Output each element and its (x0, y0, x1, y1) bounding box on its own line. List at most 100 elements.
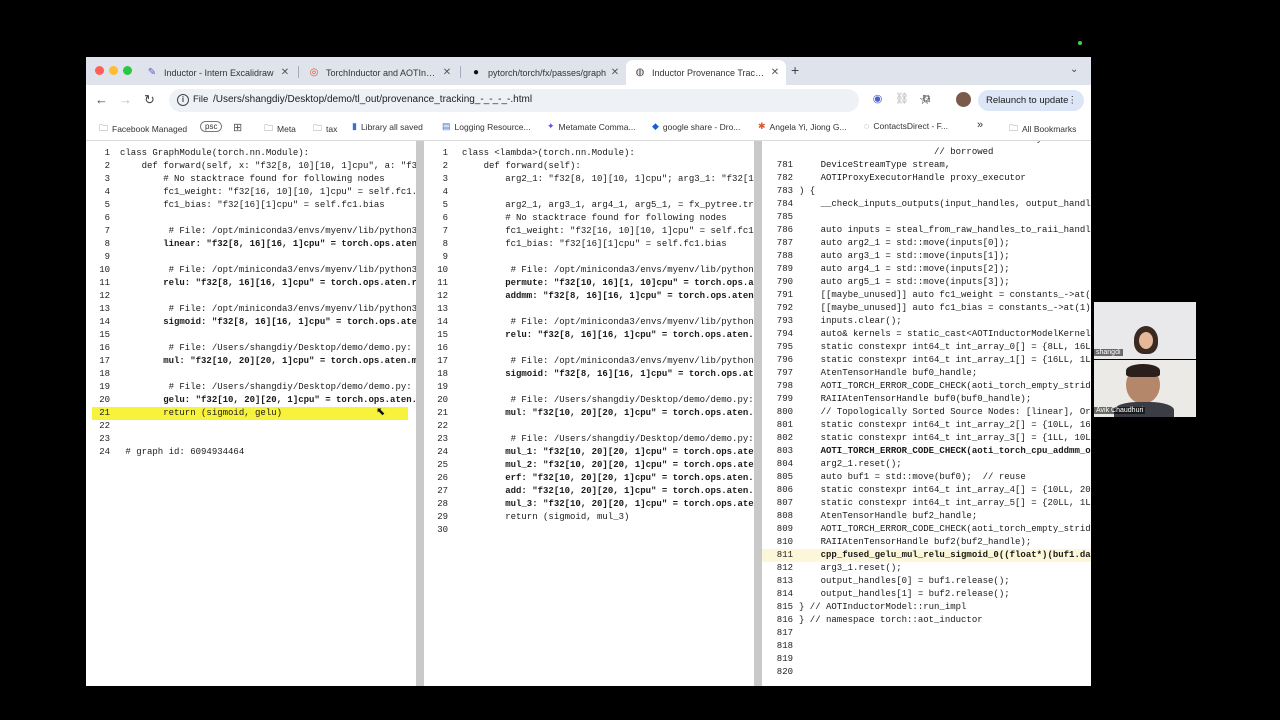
url-text[interactable]: /Users/shangdiy/Desktop/demo/tl_out/prov… (213, 94, 532, 105)
pane-divider[interactable] (416, 141, 424, 686)
code-line[interactable]: 9 (424, 251, 462, 264)
code-line[interactable]: 18 sigmoid: "f32[8, 16][16, 1]cpu" = tor… (424, 368, 754, 381)
address-bar[interactable]: i File /Users/shangdiy/Desktop/demo/tl_o… (169, 89, 931, 112)
code-line[interactable]: 820 (762, 666, 799, 679)
code-line[interactable]: 8 linear: "f32[8, 16][16, 1]cpu" = torch… (86, 238, 416, 251)
code-line[interactable]: 809 AOTI_TORCH_ERROR_CODE_CHECK(aoti_tor… (762, 523, 1091, 536)
bookmark-angela[interactable]: ✱ Angela Yi, Jiong G... (758, 121, 847, 132)
code-line[interactable]: 798 AOTI_TORCH_ERROR_CODE_CHECK(aoti_tor… (762, 380, 1091, 393)
code-line[interactable]: 14 # File: /opt/miniconda3/envs/myenv/li… (424, 316, 754, 329)
code-line[interactable]: 803 AOTI_TORCH_ERROR_CODE_CHECK(aoti_tor… (762, 445, 1091, 458)
relaunch-button[interactable]: Relaunch to update ⋮ (978, 90, 1084, 111)
bookmark-tax[interactable]: 🗀 tax (313, 121, 337, 137)
code-line[interactable]: 12 addmm: "f32[8, 16][16, 1]cpu" = torch… (424, 290, 754, 303)
code-line[interactable]: 23 # File: /Users/shangdiy/Desktop/demo/… (424, 433, 753, 446)
code-line[interactable]: 815} // AOTInductorModel::run_impl (762, 601, 967, 614)
code-line[interactable]: 3 arg2_1: "f32[8, 10][10, 1]cpu"; arg3_1… (424, 173, 754, 186)
back-arrow-icon[interactable]: ← (95, 92, 108, 108)
code-line[interactable]: 17 mul: "f32[10, 20][20, 1]cpu" = torch.… (86, 355, 416, 368)
tab-excalidraw[interactable]: ✎ Inductor - Intern Excalidraw ✕ (138, 60, 296, 85)
bookmark-logging[interactable]: ▤ Logging Resource... (442, 121, 531, 132)
forward-arrow-icon[interactable]: → (119, 92, 132, 108)
close-tab-icon[interactable]: ✕ (440, 67, 454, 78)
tab-github[interactable]: ● pytorch/torch/fx/passes/graph ✕ (462, 60, 626, 85)
code-line[interactable]: 1 class <lambda>(torch.nn.Module): (424, 147, 635, 160)
code-line[interactable]: // borrowed (762, 146, 993, 159)
code-line[interactable]: 19 # File: /Users/shangdiy/Desktop/demo/… (86, 381, 411, 394)
code-line[interactable]: 792 [[maybe_unused]] auto fc1_bias = con… (762, 302, 1091, 315)
code-line[interactable]: 789 auto arg4_1 = std::move(inputs[2]); (762, 263, 1010, 276)
code-line[interactable]: 818 (762, 640, 799, 653)
info-icon[interactable]: i (177, 94, 189, 106)
code-line[interactable]: 22 (424, 420, 462, 433)
code-line[interactable]: 805 auto buf1 = std::move(buf0); // reus… (762, 471, 1026, 484)
code-line[interactable]: 810 RAIIAtenTensorHandle buf2(buf2_handl… (762, 536, 1031, 549)
code-line[interactable]: 25 mul_2: "f32[10, 20][20, 1]cpu" = torc… (424, 459, 754, 472)
code-line[interactable]: 784 __check_inputs_outputs(input_handles… (762, 198, 1091, 211)
code-line[interactable]: 12 (86, 290, 120, 303)
bookmark-google-share[interactable]: ◆ google share - Dro... (652, 121, 740, 132)
code-line[interactable]: 5 arg2_1, arg3_1, arg4_1, arg5_1, = fx_p… (424, 199, 754, 212)
new-tab-button[interactable]: + (791, 62, 799, 78)
code-line[interactable]: 797 AtenTensorHandle buf0_handle; (762, 367, 977, 380)
code-line[interactable]: 813 output_handles[0] = buf1.release(); (762, 575, 1010, 588)
minimize-window-button[interactable] (109, 66, 118, 75)
code-line[interactable]: 6 # No stacktrace found for following no… (424, 212, 727, 225)
code-line[interactable]: 27 add: "f32[10, 20][20, 1]cpu" = torch.… (424, 485, 754, 498)
bookmark-meta[interactable]: 🗀 Meta (264, 121, 296, 137)
reload-icon[interactable]: ↻ (144, 92, 155, 108)
code-line[interactable]: 21 return (sigmoid, gelu) (86, 407, 282, 420)
code-line[interactable]: 795 static constexpr int64_t int_array_0… (762, 341, 1091, 354)
more-bookmarks-button[interactable]: » (977, 119, 983, 131)
code-line[interactable]: 10 # File: /opt/miniconda3/envs/myenv/li… (86, 264, 416, 277)
code-line[interactable]: 788 auto arg3_1 = std::move(inputs[1]); (762, 250, 1010, 263)
code-line[interactable]: 802 static constexpr int64_t int_array_3… (762, 432, 1091, 445)
code-line[interactable]: 24 mul_1: "f32[10, 20][20, 1]cpu" = torc… (424, 446, 754, 459)
code-line[interactable]: 782 AOTIProxyExecutorHandle proxy_execut… (762, 172, 1026, 185)
code-line[interactable]: 791 [[maybe_unused]] auto fc1_weight = c… (762, 289, 1091, 302)
tab-search-chevron-icon[interactable]: ⌄ (1070, 64, 1078, 75)
close-tab-icon[interactable]: ✕ (608, 67, 622, 78)
code-line[interactable]: 10 # File: /opt/miniconda3/envs/myenv/li… (424, 264, 754, 277)
code-line[interactable]: 20 gelu: "f32[10, 20][20, 1]cpu" = torch… (86, 394, 416, 407)
code-line[interactable]: 807 static constexpr int64_t int_array_5… (762, 497, 1091, 510)
code-line[interactable]: 796 static constexpr int64_t int_array_1… (762, 354, 1091, 367)
code-line[interactable]: 24 # graph id: 6094934464 (86, 446, 244, 459)
code-line[interactable]: 799 RAIIAtenTensorHandle buf0(buf0_handl… (762, 393, 1031, 406)
code-line[interactable]: 9 (86, 251, 120, 264)
bookmark-metamate[interactable]: ✦ Metamate Comma... (547, 121, 636, 132)
code-line[interactable]: 794 auto& kernels = static_cast<AOTInduc… (762, 328, 1091, 341)
code-line[interactable]: 5 fc1_bias: "f32[16][1]cpu" = self.fc1.b… (86, 199, 385, 212)
code-line[interactable]: 22 (86, 420, 120, 433)
code-line[interactable]: 7 fc1_weight: "f32[16, 10][10, 1]cpu" = … (424, 225, 754, 238)
code-line[interactable]: 11 relu: "f32[8, 16][16, 1]cpu" = torch.… (86, 277, 416, 290)
code-line[interactable]: 15 (86, 329, 120, 342)
code-line[interactable]: 29 return (sigmoid, mul_3) (424, 511, 629, 524)
code-line[interactable]: 786 auto inputs = steal_from_raw_handles… (762, 224, 1091, 237)
code-line[interactable]: 20 # File: /Users/shangdiy/Desktop/demo/… (424, 394, 753, 407)
code-line[interactable]: 781 DeviceStreamType stream, (762, 159, 950, 172)
code-line[interactable]: 816} // namespace torch::aot_inductor (762, 614, 983, 627)
profile-avatar[interactable] (956, 92, 971, 107)
code-line[interactable]: 16 # File: /Users/shangdiy/Desktop/demo/… (86, 342, 411, 355)
code-line[interactable]: 16 (424, 342, 462, 355)
code-line[interactable]: 4 fc1_weight: "f32[16, 10][10, 1]cpu" = … (86, 186, 416, 199)
code-line[interactable]: 3 # No stacktrace found for following no… (86, 173, 385, 186)
code-line[interactable]: 7 # File: /opt/miniconda3/envs/myenv/lib… (86, 225, 416, 238)
code-line[interactable]: 814 output_handles[1] = buf2.release(); (762, 588, 1010, 601)
code-line[interactable]: 8 fc1_bias: "f32[16][1]cpu" = self.fc1.b… (424, 238, 727, 251)
puzzle-extensions-icon[interactable]: ⧉ (920, 93, 933, 106)
extension-icon[interactable]: ◉ (871, 93, 884, 106)
code-line[interactable]: 2 def forward(self, x: "f32[8, 10][10, 1… (86, 160, 416, 173)
code-line[interactable]: 800 // Topologically Sorted Source Nodes… (762, 406, 1091, 419)
code-line[interactable]: 787 auto arg2_1 = std::move(inputs[0]); (762, 237, 1010, 250)
bookmark-facebook-managed[interactable]: 🗀 Facebook Managed (99, 121, 187, 137)
code-line[interactable]: 17 # File: /opt/miniconda3/envs/myenv/li… (424, 355, 754, 368)
all-bookmarks[interactable]: 🗀 All Bookmarks (1009, 121, 1076, 137)
close-tab-icon[interactable]: ✕ (278, 67, 292, 78)
code-line[interactable]: 2 def forward(self): (424, 160, 581, 173)
code-line[interactable]: 783) { (762, 185, 815, 198)
code-line[interactable]: 808 AtenTensorHandle buf2_handle; (762, 510, 977, 523)
code-line[interactable]: 811 cpp_fused_gelu_mul_relu_sigmoid_0((f… (762, 549, 1091, 562)
kebab-menu-icon[interactable]: ⋮ (1068, 90, 1078, 111)
